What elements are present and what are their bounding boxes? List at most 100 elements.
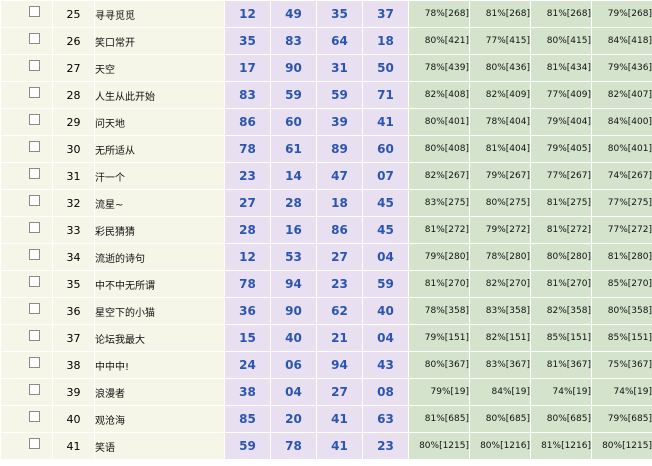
row-number-4: 43 bbox=[362, 351, 409, 379]
row-checkbox[interactable] bbox=[29, 356, 40, 368]
row-username: 天空 bbox=[94, 54, 225, 82]
row-rate-2: 80%[436] bbox=[469, 54, 531, 82]
row-select-cell bbox=[0, 135, 53, 163]
row-rate-3: 80%[415] bbox=[530, 27, 592, 55]
row-number-4: 41 bbox=[362, 108, 409, 136]
row-number-3: 47 bbox=[316, 162, 363, 190]
row-rate-2: 83%[367] bbox=[469, 351, 531, 379]
row-rate-4: 85%[270] bbox=[591, 270, 652, 298]
row-number-1: 59 bbox=[224, 432, 271, 460]
row-checkbox[interactable] bbox=[29, 302, 40, 314]
row-select-cell bbox=[0, 108, 53, 136]
row-rate-2: 81%[268] bbox=[469, 0, 531, 28]
row-username: 汗一个 bbox=[94, 162, 225, 190]
row-number-2: 28 bbox=[270, 189, 317, 217]
row-rate-4: 74%[19] bbox=[591, 378, 652, 406]
row-checkbox[interactable] bbox=[29, 221, 40, 233]
row-rate-2: 84%[19] bbox=[469, 378, 531, 406]
row-number-3: 41 bbox=[316, 432, 363, 460]
row-number-4: 50 bbox=[362, 54, 409, 82]
row-checkbox[interactable] bbox=[29, 410, 40, 422]
row-rate-4: 80%[401] bbox=[591, 135, 652, 163]
row-username: 浪漫者 bbox=[94, 378, 225, 406]
row-rate-3: 81%[270] bbox=[530, 270, 592, 298]
row-index: 34 bbox=[52, 243, 95, 271]
row-rate-2: 78%[404] bbox=[469, 108, 531, 136]
row-number-4: 45 bbox=[362, 189, 409, 217]
row-select-cell bbox=[0, 405, 53, 433]
row-index: 28 bbox=[52, 81, 95, 109]
row-rate-4: 77%[275] bbox=[591, 189, 652, 217]
row-rate-1: 78%[268] bbox=[408, 0, 470, 28]
row-number-1: 78 bbox=[224, 135, 271, 163]
table-row: 37 论坛我最大 15 40 21 04 79%[151] 82%[151] 85%[151] 8… bbox=[0, 324, 652, 352]
row-checkbox[interactable] bbox=[29, 275, 40, 287]
row-checkbox[interactable] bbox=[29, 329, 40, 341]
row-username: 观沧海 bbox=[94, 405, 225, 433]
table-row: 27 天空 17 90 31 50 78%[439] 80%[436] 81%[434] 79%[… bbox=[0, 54, 652, 82]
row-checkbox[interactable] bbox=[29, 5, 40, 17]
row-number-3: 35 bbox=[316, 0, 363, 28]
row-select-cell bbox=[0, 297, 53, 325]
row-checkbox[interactable] bbox=[29, 113, 40, 125]
row-rate-4: 75%[367] bbox=[591, 351, 652, 379]
row-number-1: 35 bbox=[224, 27, 271, 55]
row-rate-4: 79%[436] bbox=[591, 54, 652, 82]
row-rate-4: 81%[280] bbox=[591, 243, 652, 271]
prediction-table: 25 寻寻觅觅 12 49 35 37 78%[268] 81%[268] 81%[268] 79… bbox=[0, 0, 652, 460]
row-checkbox[interactable] bbox=[29, 194, 40, 206]
row-number-3: 94 bbox=[316, 351, 363, 379]
row-number-4: 40 bbox=[362, 297, 409, 325]
row-username: 笑口常开 bbox=[94, 27, 225, 55]
row-rate-1: 82%[267] bbox=[408, 162, 470, 190]
row-username: 流星~ bbox=[94, 189, 225, 217]
row-username: 寻寻觅觅 bbox=[94, 0, 225, 28]
row-number-1: 12 bbox=[224, 243, 271, 271]
row-number-2: 94 bbox=[270, 270, 317, 298]
row-select-cell bbox=[0, 378, 53, 406]
row-number-1: 85 bbox=[224, 405, 271, 433]
row-checkbox[interactable] bbox=[29, 86, 40, 98]
row-checkbox[interactable] bbox=[29, 437, 40, 449]
row-number-2: 59 bbox=[270, 81, 317, 109]
row-rate-3: 79%[405] bbox=[530, 135, 592, 163]
row-select-cell bbox=[0, 81, 53, 109]
row-rate-2: 79%[267] bbox=[469, 162, 531, 190]
row-rate-2: 78%[280] bbox=[469, 243, 531, 271]
row-select-cell bbox=[0, 54, 53, 82]
row-checkbox[interactable] bbox=[29, 59, 40, 71]
table-row: 30 无所适从 78 61 89 60 80%[408] 81%[404] 79%[405] 80… bbox=[0, 135, 652, 163]
row-index: 27 bbox=[52, 54, 95, 82]
row-select-cell bbox=[0, 324, 53, 352]
table-row: 28 人生从此开始 83 59 59 71 82%[408] 82%[409] 77%[409]… bbox=[0, 81, 652, 109]
row-number-1: 15 bbox=[224, 324, 271, 352]
row-number-2: 16 bbox=[270, 216, 317, 244]
table-row: 25 寻寻觅觅 12 49 35 37 78%[268] 81%[268] 81%[268] 79… bbox=[0, 0, 652, 28]
row-index: 36 bbox=[52, 297, 95, 325]
table-row: 41 笑语 59 78 41 23 80%[1215] 80%[1216] 81%[1216] 8… bbox=[0, 432, 652, 460]
row-username: 中中中! bbox=[94, 351, 225, 379]
row-number-3: 64 bbox=[316, 27, 363, 55]
row-checkbox[interactable] bbox=[29, 167, 40, 179]
table-row: 38 中中中! 24 06 94 43 80%[367] 83%[367] 81%[367] 75… bbox=[0, 351, 652, 379]
row-rate-2: 82%[270] bbox=[469, 270, 531, 298]
row-rate-3: 81%[367] bbox=[530, 351, 592, 379]
row-checkbox[interactable] bbox=[29, 383, 40, 395]
row-number-4: 59 bbox=[362, 270, 409, 298]
row-checkbox[interactable] bbox=[29, 140, 40, 152]
table-body: 25 寻寻觅觅 12 49 35 37 78%[268] 81%[268] 81%[268] 79… bbox=[0, 0, 652, 460]
row-rate-1: 79%[280] bbox=[408, 243, 470, 271]
row-username: 笑语 bbox=[94, 432, 225, 460]
row-rate-3: 77%[267] bbox=[530, 162, 592, 190]
row-index: 30 bbox=[52, 135, 95, 163]
row-number-2: 49 bbox=[270, 0, 317, 28]
row-rate-3: 81%[268] bbox=[530, 0, 592, 28]
row-checkbox[interactable] bbox=[29, 248, 40, 260]
row-checkbox[interactable] bbox=[29, 32, 40, 44]
row-number-3: 89 bbox=[316, 135, 363, 163]
row-rate-1: 81%[270] bbox=[408, 270, 470, 298]
row-number-2: 14 bbox=[270, 162, 317, 190]
row-rate-3: 81%[1216] bbox=[530, 432, 592, 460]
row-number-1: 28 bbox=[224, 216, 271, 244]
row-number-4: 18 bbox=[362, 27, 409, 55]
